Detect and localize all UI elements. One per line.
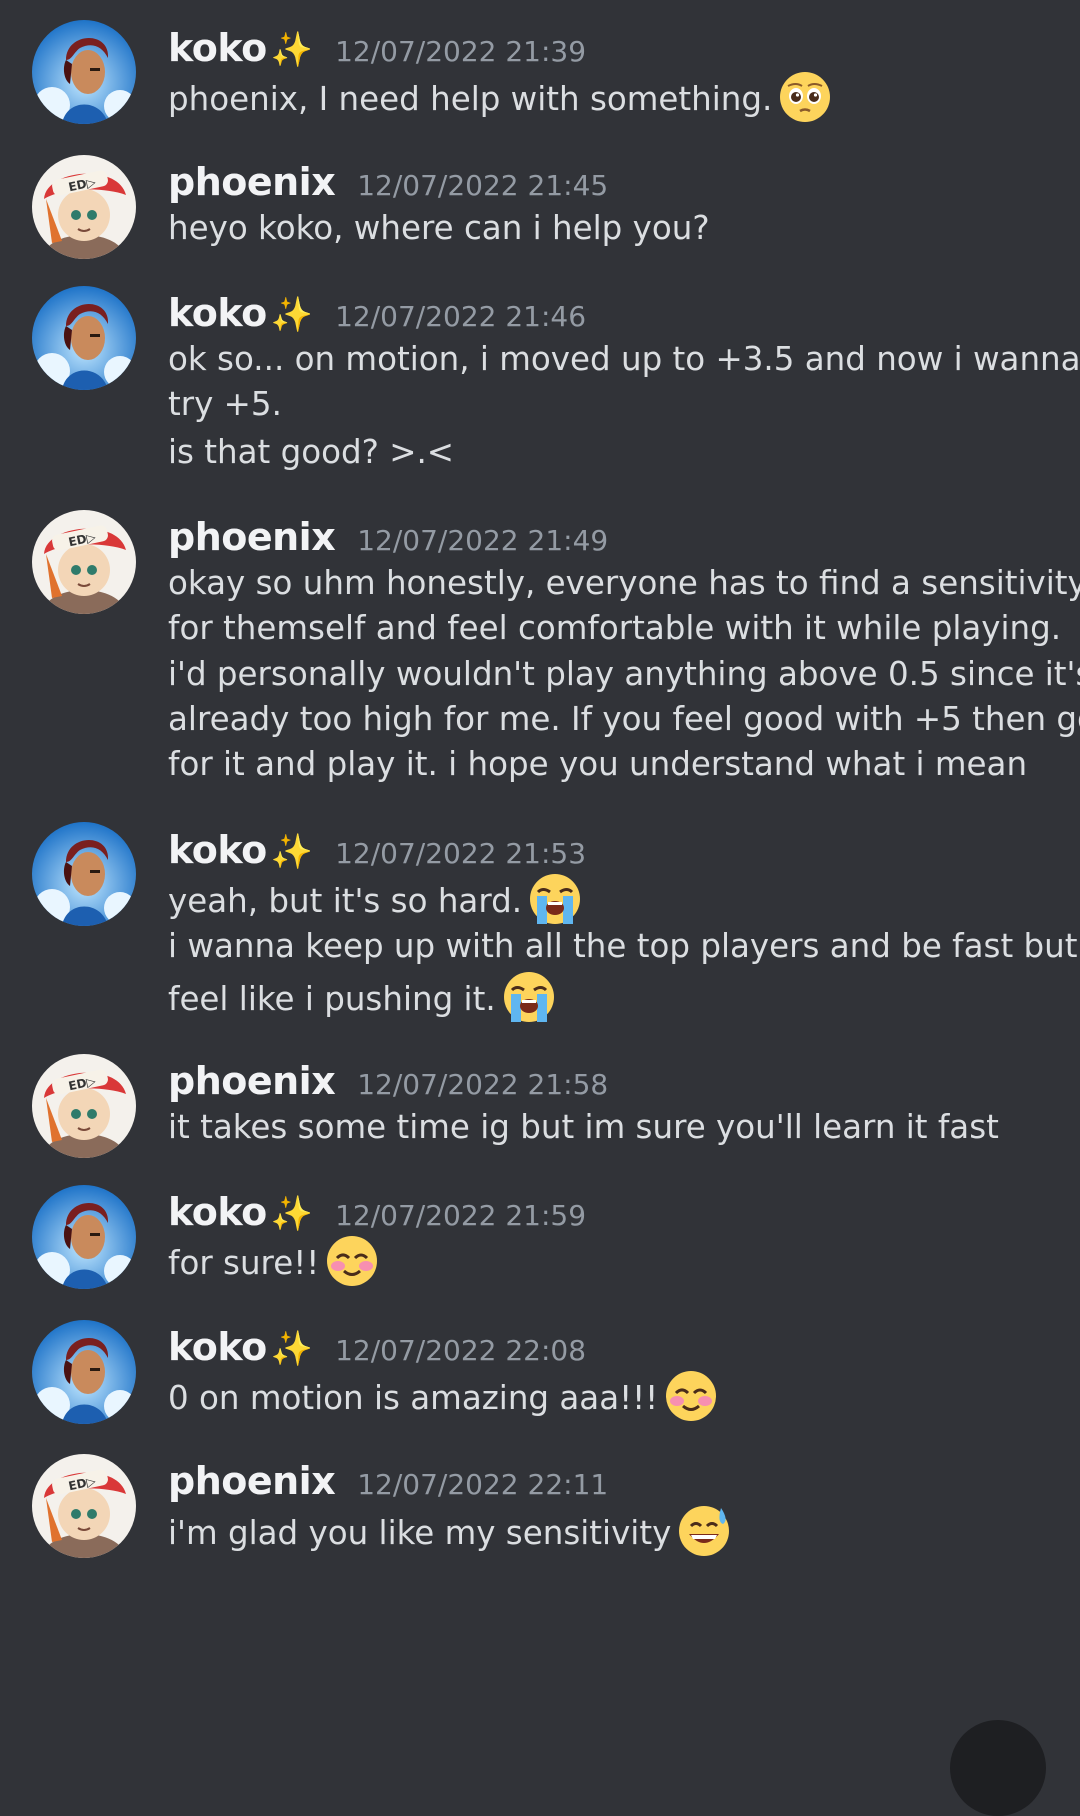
- grinning-sweat-face-icon: [677, 1504, 731, 1558]
- message-header: koko ✨ 12/07/2022 21:59: [168, 1190, 586, 1234]
- message-line: 0 on motion is amazing aaa!!!: [168, 1379, 659, 1417]
- message-text: for themself and feel comfortable with i…: [168, 608, 1061, 648]
- message-text: is that good? >.<: [168, 432, 454, 472]
- timestamp: 12/07/2022 21:58: [357, 1068, 609, 1101]
- loudly-crying-face-icon: [528, 872, 582, 926]
- message-header: phoenix 12/07/2022 21:58: [168, 1059, 608, 1103]
- timestamp: 12/07/2022 21:39: [335, 35, 587, 68]
- koko-avatar[interactable]: [32, 1185, 136, 1289]
- message-text: heyo koko, where can i help you?: [168, 208, 710, 248]
- author-name[interactable]: koko: [168, 1325, 267, 1369]
- koko-avatar[interactable]: [32, 286, 136, 390]
- message-header: koko ✨ 12/07/2022 22:08: [168, 1325, 586, 1369]
- phoenix-avatar[interactable]: ED▷: [32, 510, 136, 614]
- message-text: it takes some time ig but im sure you'll…: [168, 1107, 999, 1147]
- message-line: for it and play it. i hope you understan…: [168, 745, 1028, 783]
- smiling-face-icon: [325, 1234, 379, 1288]
- message-text: phoenix, I need help with something.: [168, 72, 832, 128]
- smiling-face-icon: [664, 1369, 718, 1423]
- message-text: 0 on motion is amazing aaa!!!: [168, 1371, 718, 1427]
- timestamp: 12/07/2022 21:45: [357, 169, 609, 202]
- message-text: for sure!!: [168, 1236, 379, 1292]
- phoenix-avatar[interactable]: ED▷: [32, 155, 136, 259]
- message-text: ok so... on motion, i moved up to +3.5 a…: [168, 339, 1080, 379]
- message-text: okay so uhm honestly, everyone has to fi…: [168, 563, 1080, 603]
- message-header: phoenix 12/07/2022 21:45: [168, 160, 608, 204]
- message-header: koko ✨ 12/07/2022 21:46: [168, 291, 586, 335]
- pleading-face-icon: [778, 70, 832, 124]
- floating-action-button[interactable]: [950, 1720, 1046, 1816]
- message-text: i'd personally wouldn't play anything ab…: [168, 654, 1080, 694]
- message-line: is that good? >.<: [168, 433, 455, 471]
- author-name[interactable]: phoenix: [168, 1059, 336, 1103]
- sparkles-icon: ✨: [270, 295, 314, 335]
- timestamp: 12/07/2022 21:46: [335, 300, 587, 333]
- message-header: koko ✨ 12/07/2022 21:53: [168, 828, 586, 872]
- message-line: i'd personally wouldn't play anything ab…: [168, 655, 1080, 693]
- sparkles-icon: ✨: [270, 1194, 314, 1234]
- message-text: try +5.: [168, 384, 282, 424]
- message-line: heyo koko, where can i help you?: [168, 209, 710, 247]
- message-line: try +5.: [168, 385, 282, 423]
- author-name[interactable]: koko: [168, 828, 267, 872]
- phoenix-avatar[interactable]: ED▷: [32, 1454, 136, 1558]
- message-line: phoenix, I need help with something.: [168, 80, 773, 118]
- message-line: already too high for me. If you feel goo…: [168, 700, 1080, 738]
- message-line: yeah, but it's so hard.: [168, 882, 523, 920]
- message-line: i'm glad you like my sensitivity: [168, 1514, 672, 1552]
- timestamp: 12/07/2022 21:59: [335, 1199, 587, 1232]
- timestamp: 12/07/2022 21:53: [335, 837, 587, 870]
- timestamp: 12/07/2022 22:08: [335, 1334, 587, 1367]
- timestamp: 12/07/2022 21:49: [357, 524, 609, 557]
- message-header: phoenix 12/07/2022 21:49: [168, 515, 608, 559]
- message-text: i wanna keep up with all the top players…: [168, 926, 1080, 966]
- message-text: feel like i pushing it.: [168, 972, 556, 1028]
- author-name[interactable]: koko: [168, 26, 267, 70]
- koko-avatar[interactable]: [32, 20, 136, 124]
- phoenix-avatar[interactable]: ED▷: [32, 1054, 136, 1158]
- author-name[interactable]: koko: [168, 291, 267, 335]
- message-line: ok so... on motion, i moved up to +3.5 a…: [168, 340, 1080, 378]
- message-line: i wanna keep up with all the top players…: [168, 927, 1080, 965]
- message-line: it takes some time ig but im sure you'll…: [168, 1108, 999, 1146]
- sparkles-icon: ✨: [270, 1329, 314, 1369]
- message-line: for themself and feel comfortable with i…: [168, 609, 1062, 647]
- author-name[interactable]: phoenix: [168, 515, 336, 559]
- message-text: for it and play it. i hope you understan…: [168, 744, 1027, 784]
- message-header: phoenix 12/07/2022 22:11: [168, 1459, 608, 1503]
- message-header: koko ✨ 12/07/2022 21:39: [168, 26, 586, 70]
- author-name[interactable]: phoenix: [168, 1459, 336, 1503]
- author-name[interactable]: koko: [168, 1190, 267, 1234]
- sparkles-icon: ✨: [270, 30, 314, 70]
- loudly-crying-face-icon: [502, 970, 556, 1024]
- message-line: okay so uhm honestly, everyone has to fi…: [168, 564, 1080, 602]
- author-name[interactable]: phoenix: [168, 160, 336, 204]
- koko-avatar[interactable]: [32, 822, 136, 926]
- message-line: feel like i pushing it.: [168, 980, 496, 1018]
- message-text: i'm glad you like my sensitivity: [168, 1506, 731, 1562]
- message-line: for sure!!: [168, 1244, 320, 1282]
- sparkles-icon: ✨: [270, 832, 314, 872]
- timestamp: 12/07/2022 22:11: [357, 1468, 609, 1501]
- message-text: yeah, but it's so hard.: [168, 874, 582, 930]
- koko-avatar[interactable]: [32, 1320, 136, 1424]
- message-text: already too high for me. If you feel goo…: [168, 699, 1080, 739]
